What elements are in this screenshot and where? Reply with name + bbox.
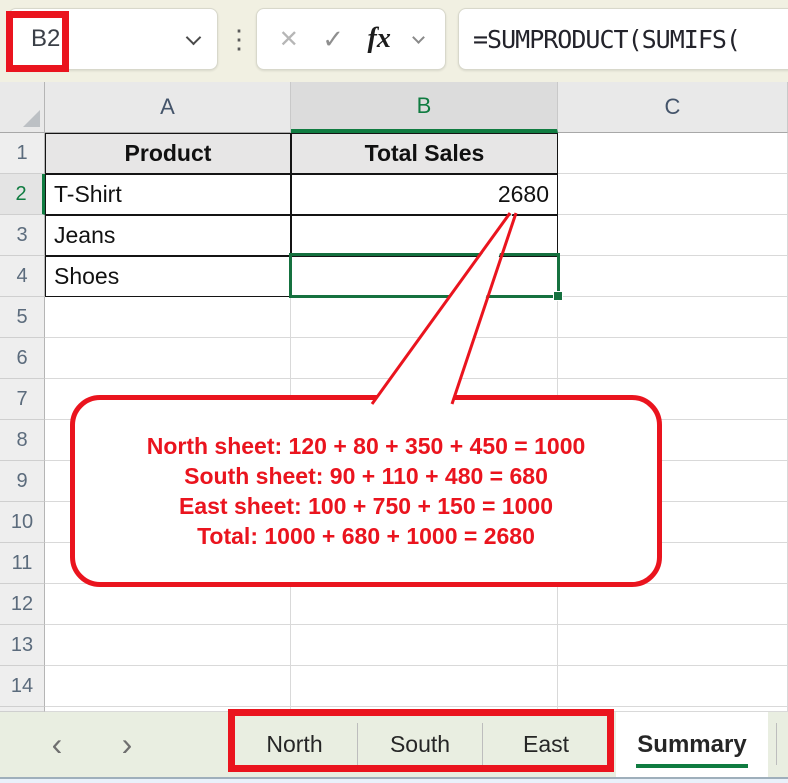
window-bottom-edge [0, 777, 788, 783]
cell-a3[interactable]: Jeans [45, 215, 291, 256]
row-header-6[interactable]: 6 [0, 338, 45, 379]
formula-toolbar: B2 ⋮ ✕ ✓ fx =SUMPRODUCT(SUMIFS( [0, 0, 788, 82]
row-header-10[interactable]: 10 [0, 502, 45, 543]
row-header-13[interactable]: 13 [0, 625, 45, 666]
column-header-b[interactable]: B [291, 82, 558, 133]
row-header-7[interactable]: 7 [0, 379, 45, 420]
cell-c5[interactable] [558, 297, 788, 338]
chevron-down-icon[interactable] [412, 31, 425, 44]
cell-b4[interactable] [291, 256, 558, 297]
row-header-5[interactable]: 5 [0, 297, 45, 338]
next-sheet-icon[interactable]: › [112, 712, 142, 777]
cell-c14[interactable] [558, 666, 788, 707]
select-all-triangle-icon [23, 110, 40, 127]
cell-b6[interactable] [291, 338, 558, 379]
callout-line-north: North sheet: 120 + 80 + 350 + 450 = 1000 [147, 432, 586, 461]
name-box[interactable]: B2 [8, 8, 218, 70]
active-tab-underline [636, 764, 748, 768]
row-header-9[interactable]: 9 [0, 461, 45, 502]
row-header-8[interactable]: 8 [0, 420, 45, 461]
cell-c4[interactable] [558, 256, 788, 297]
cell-a1[interactable]: Product [45, 133, 291, 174]
cell-c12[interactable] [558, 584, 788, 625]
name-box-dropdown-icon[interactable] [186, 30, 202, 46]
cell-b1[interactable]: Total Sales [291, 133, 558, 174]
formula-buttons: ✕ ✓ fx [256, 8, 446, 70]
cancel-icon[interactable]: ✕ [279, 25, 299, 54]
cell-a4[interactable]: Shoes [45, 256, 291, 297]
cell-b14[interactable] [291, 666, 558, 707]
row-header-11[interactable]: 11 [0, 543, 45, 584]
cell-a13[interactable] [45, 625, 291, 666]
name-box-value: B2 [31, 25, 60, 53]
column-header-a[interactable]: A [45, 82, 291, 133]
callout-line-total: Total: 1000 + 680 + 1000 = 2680 [197, 522, 535, 551]
annotation-callout: North sheet: 120 + 80 + 350 + 450 = 1000… [70, 395, 662, 587]
sheet-tab-east[interactable]: East [483, 712, 609, 777]
row-header-12[interactable]: 12 [0, 584, 45, 625]
cell-a14[interactable] [45, 666, 291, 707]
cell-a6[interactable] [45, 338, 291, 379]
callout-line-east: East sheet: 100 + 750 + 150 = 1000 [179, 492, 553, 521]
cell-c2[interactable] [558, 174, 788, 215]
sheet-tab-bar: ‹ › North South East Summary [0, 712, 788, 777]
more-options-icon[interactable]: ⋮ [230, 8, 248, 70]
cell-a2[interactable]: T-Shirt [45, 174, 291, 215]
cell-b5[interactable] [291, 297, 558, 338]
cell-a12[interactable] [45, 584, 291, 625]
formula-text: =SUMPRODUCT(SUMIFS( [473, 25, 740, 54]
sheet-tab-south[interactable]: South [358, 712, 482, 777]
sheet-tab-summary-label: Summary [637, 731, 746, 759]
row-header-14[interactable]: 14 [0, 666, 45, 707]
sheet-tab-north[interactable]: North [232, 712, 357, 777]
row-header-3[interactable]: 3 [0, 215, 45, 256]
row-header-1[interactable]: 1 [0, 133, 45, 174]
cell-c6[interactable] [558, 338, 788, 379]
insert-function-icon[interactable]: fx [368, 23, 391, 55]
cell-a5[interactable] [45, 297, 291, 338]
enter-icon[interactable]: ✓ [322, 24, 344, 55]
cell-c1[interactable] [558, 133, 788, 174]
cell-c13[interactable] [558, 625, 788, 666]
row-header-4[interactable]: 4 [0, 256, 45, 297]
excel-window: B2 ⋮ ✕ ✓ fx =SUMPRODUCT(SUMIFS( A B C 1 … [0, 0, 788, 783]
formula-bar[interactable]: =SUMPRODUCT(SUMIFS( [458, 8, 788, 70]
cell-b13[interactable] [291, 625, 558, 666]
cell-b3[interactable] [291, 215, 558, 256]
sheet-tab-summary-active[interactable]: Summary [616, 712, 768, 777]
row-header-2[interactable]: 2 [0, 174, 45, 215]
tab-separator [776, 723, 777, 765]
cell-c3[interactable] [558, 215, 788, 256]
cell-b2-selected[interactable]: 2680 [291, 174, 558, 215]
prev-sheet-icon[interactable]: ‹ [42, 712, 72, 777]
column-header-c[interactable]: C [558, 82, 788, 133]
callout-line-south: South sheet: 90 + 110 + 480 = 680 [184, 462, 548, 491]
cell-b12[interactable] [291, 584, 558, 625]
select-all-corner[interactable] [0, 82, 45, 133]
